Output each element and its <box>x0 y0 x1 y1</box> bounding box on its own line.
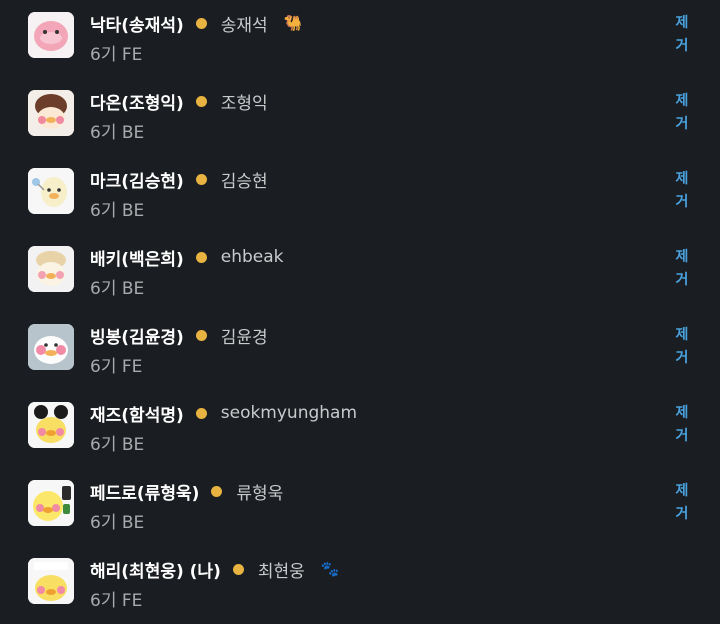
member-row: 빙봉(김윤경) 김윤경 6기 FE 제 거 <box>0 312 720 390</box>
avatar[interactable] <box>28 480 74 526</box>
member-name-line: 페드로(류형욱) 류형욱 <box>90 478 283 504</box>
camel-icon: 🐫 <box>283 14 303 32</box>
status-dot-icon <box>195 329 207 341</box>
duck-avatar-icon <box>28 246 74 292</box>
remove-label: 제 <box>675 327 689 343</box>
member-team: 6기 FE <box>90 591 143 611</box>
status-dot-icon <box>195 407 207 419</box>
remove-button[interactable]: 제 거 <box>668 12 696 58</box>
member-row: 마크(김승현) 김승현 6기 BE 제 거 <box>0 156 720 234</box>
member-name-line: 마크(김승현) 김승현 <box>90 166 268 192</box>
member-handle: 조형익 <box>220 93 268 114</box>
member-handle: ehbeak <box>220 247 284 267</box>
remove-label: 제 <box>675 15 689 31</box>
member-handle: 김승현 <box>220 171 268 192</box>
duck-avatar-icon <box>28 402 74 448</box>
remove-label: 거 <box>675 272 689 288</box>
remove-label: 거 <box>675 194 689 210</box>
member-display-name[interactable]: 배키(백은희) <box>90 245 184 270</box>
member-name-line: 재즈(함석명) seokmyungham <box>90 400 357 426</box>
avatar[interactable] <box>28 246 74 292</box>
member-display-name[interactable]: 빙봉(김윤경) <box>90 323 184 348</box>
duck-avatar-icon <box>28 168 74 214</box>
member-handle: 최현웅 <box>257 561 305 582</box>
member-display-name[interactable]: 해리(최현웅) (나) <box>90 557 221 582</box>
remove-button[interactable]: 제 거 <box>668 402 696 448</box>
status-dot-icon <box>195 173 207 185</box>
remove-button[interactable]: 제 거 <box>668 246 696 292</box>
avatar[interactable] <box>28 558 74 604</box>
remove-label: 거 <box>675 116 689 132</box>
paw-prints-icon: 🐾 <box>320 560 340 578</box>
member-team: 6기 FE <box>90 357 143 377</box>
member-team: 6기 BE <box>90 123 145 143</box>
avatar[interactable] <box>28 324 74 370</box>
duck-avatar-icon <box>28 324 74 370</box>
duck-avatar-icon <box>28 558 74 604</box>
avatar[interactable] <box>28 12 74 58</box>
avatar[interactable] <box>28 168 74 214</box>
member-row: 페드로(류형욱) 류형욱 6기 BE 제 거 <box>0 468 720 546</box>
member-handle: 송재석 <box>220 15 268 36</box>
remove-label: 제 <box>675 249 689 265</box>
duck-avatar-icon <box>28 480 74 526</box>
member-row: 다온(조형익) 조형익 6기 BE 제 거 <box>0 78 720 156</box>
member-name-line: 낙타(송재석) 송재석 🐫 <box>90 10 302 36</box>
status-dot-icon <box>232 563 244 575</box>
member-row-self: 해리(최현웅) (나) 최현웅 🐾 6기 FE <box>0 546 720 624</box>
member-name-line: 다온(조형익) 조형익 <box>90 88 268 114</box>
member-name-line: 해리(최현웅) (나) 최현웅 🐾 <box>90 556 339 582</box>
member-team: 6기 FE <box>90 45 143 65</box>
member-handle: seokmyungham <box>220 403 358 423</box>
remove-label: 거 <box>675 428 689 444</box>
remove-button[interactable]: 제 거 <box>668 90 696 136</box>
member-row: 배키(백은희) ehbeak 6기 BE 제 거 <box>0 234 720 312</box>
remove-button[interactable]: 제 거 <box>668 168 696 214</box>
member-handle: 류형욱 <box>236 483 284 504</box>
avatar[interactable] <box>28 90 74 136</box>
remove-label: 거 <box>675 38 689 54</box>
member-team: 6기 BE <box>90 513 145 533</box>
status-dot-icon <box>211 485 223 497</box>
member-name-line: 배키(백은희) ehbeak <box>90 244 284 270</box>
member-display-name[interactable]: 낙타(송재석) <box>90 11 184 36</box>
remove-button[interactable]: 제 거 <box>668 480 696 526</box>
remove-label: 제 <box>675 483 689 499</box>
status-dot-icon <box>195 95 207 107</box>
member-list: 낙타(송재석) 송재석 🐫 6기 FE 제 거 다온(조형익) 조형익 6기 B… <box>0 0 720 614</box>
member-team: 6기 BE <box>90 201 145 221</box>
member-display-name[interactable]: 다온(조형익) <box>90 89 184 114</box>
member-row: 재즈(함석명) seokmyungham 6기 BE 제 거 <box>0 390 720 468</box>
duck-avatar-icon <box>28 12 74 58</box>
member-row: 낙타(송재석) 송재석 🐫 6기 FE 제 거 <box>0 0 720 78</box>
status-dot-icon <box>195 251 207 263</box>
remove-label: 제 <box>675 93 689 109</box>
member-display-name[interactable]: 마크(김승현) <box>90 167 184 192</box>
status-dot-icon <box>195 17 207 29</box>
remove-label: 거 <box>675 506 689 522</box>
duck-avatar-icon <box>28 90 74 136</box>
member-display-name[interactable]: 페드로(류형욱) <box>90 479 199 504</box>
remove-label: 제 <box>675 405 689 421</box>
member-name-line: 빙봉(김윤경) 김윤경 <box>90 322 268 348</box>
member-team: 6기 BE <box>90 435 145 455</box>
member-team: 6기 BE <box>90 279 145 299</box>
avatar[interactable] <box>28 402 74 448</box>
member-handle: 김윤경 <box>220 327 268 348</box>
member-display-name[interactable]: 재즈(함석명) <box>90 401 184 426</box>
remove-label: 거 <box>675 350 689 366</box>
remove-label: 제 <box>675 171 689 187</box>
remove-button[interactable]: 제 거 <box>668 324 696 370</box>
